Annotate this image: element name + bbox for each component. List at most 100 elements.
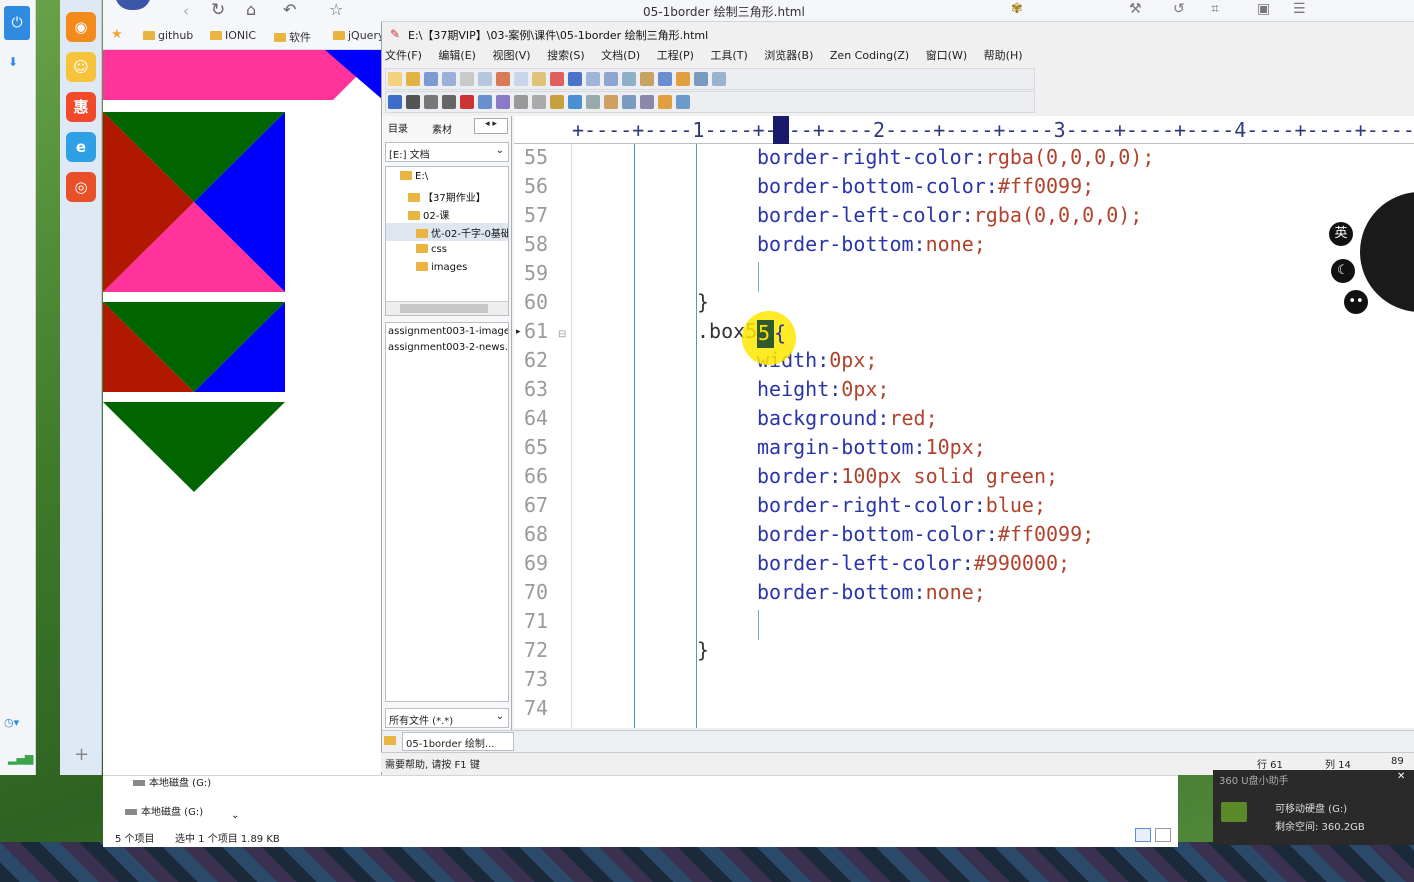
history-icon[interactable]: ↺ (1173, 1, 1185, 17)
undo-icon[interactable]: ↶ (283, 0, 296, 19)
tiles-view-icon[interactable] (1155, 828, 1171, 842)
file-filter-select[interactable]: 所有文件 (*.*) ⌄ (385, 708, 509, 728)
tab-assets[interactable]: 素材 (432, 121, 452, 136)
nbsp-icon[interactable] (496, 95, 510, 109)
menu-document[interactable]: 文档(D) (601, 49, 640, 62)
details-view-icon[interactable] (1135, 828, 1151, 842)
menu-browser[interactable]: 浏览器(B) (764, 49, 813, 62)
menu-edit[interactable]: 编辑(E) (438, 49, 476, 62)
code-line[interactable]: border-left-color:#990000; (757, 551, 1070, 575)
avatar-icon[interactable]: ☺ (66, 52, 96, 82)
check-icon[interactable] (676, 72, 690, 86)
menu-view[interactable]: 视图(V) (492, 49, 530, 62)
weibo-icon[interactable]: ◎ (66, 172, 96, 202)
format-icon[interactable] (640, 72, 654, 86)
code-line[interactable]: height:0px; (757, 377, 889, 401)
print-icon[interactable] (460, 72, 474, 86)
more-icon[interactable]: •• (1344, 290, 1368, 314)
code-line[interactable]: border-right-color:blue; (757, 493, 1046, 517)
find-icon[interactable] (604, 72, 618, 86)
tab-directory[interactable]: 目录 (388, 120, 408, 135)
code-line[interactable]: } (697, 290, 709, 314)
browser-preview-icon[interactable] (388, 95, 402, 109)
add-icon[interactable]: + (74, 744, 89, 765)
window-tile-icon[interactable] (694, 72, 708, 86)
italic-icon[interactable] (424, 95, 438, 109)
code-line[interactable]: border-right-color:rgba(0,0,0,0); (757, 145, 1154, 169)
menu-file[interactable]: 文件(F) (385, 49, 422, 62)
clock-icon[interactable]: ◷▾ (4, 716, 19, 729)
underline-icon[interactable] (442, 95, 456, 109)
style-icon[interactable] (676, 95, 690, 109)
menu-search[interactable]: 搜索(S) (547, 49, 585, 62)
chevron-down-icon[interactable]: ⌄ (231, 810, 239, 821)
menu-zen-coding[interactable]: Zen Coding(Z) (830, 49, 909, 62)
favorites-icon[interactable]: ★ (111, 27, 123, 42)
word-wrap-icon[interactable] (658, 72, 672, 86)
menu-icon[interactable]: ☰ (1293, 1, 1306, 17)
panel-scroll-arrows[interactable]: ◂ ▸ (474, 118, 508, 134)
tree-item[interactable]: E:\ (400, 171, 428, 182)
save-icon[interactable] (424, 72, 438, 86)
tree-item[interactable]: 【37期作业】 (408, 189, 486, 204)
code-line[interactable]: } (697, 638, 709, 662)
code-line[interactable]: border-bottom:none; (757, 232, 986, 256)
bold-icon[interactable] (406, 95, 420, 109)
wrench-icon[interactable]: ⚒ (1129, 1, 1142, 17)
star-icon[interactable]: ☆ (329, 0, 343, 19)
close-icon[interactable]: ✕ (1397, 771, 1405, 782)
br-icon[interactable] (514, 95, 528, 109)
code-line[interactable]: border-bottom-color:#ff0099; (757, 174, 1094, 198)
bookmark-software[interactable]: 软件 (274, 29, 311, 45)
open-icon[interactable] (406, 72, 420, 86)
screen-icon[interactable]: ▣ (1257, 1, 1270, 17)
comment-icon[interactable] (604, 95, 618, 109)
scrollbar-thumb[interactable] (400, 304, 488, 313)
anchor-icon[interactable] (568, 95, 582, 109)
preview-icon[interactable] (478, 72, 492, 86)
cut-tool-icon[interactable] (496, 72, 510, 86)
file-item[interactable]: assignment003-1-image (388, 326, 508, 337)
div-icon[interactable] (622, 95, 636, 109)
language-button[interactable]: 英 (1329, 222, 1353, 246)
download-icon[interactable]: ⬇ (8, 55, 18, 69)
font-color-icon[interactable] (460, 95, 474, 109)
file-item[interactable]: assignment003-2-news. (388, 342, 508, 353)
copy-icon[interactable] (514, 72, 528, 86)
menu-project[interactable]: 工程(P) (657, 49, 694, 62)
drive-select[interactable]: [E:] 文档 ⌄ (385, 142, 509, 162)
menu-help[interactable]: 帮助(H) (984, 49, 1023, 62)
tree-item[interactable]: css (416, 244, 447, 255)
tree-item[interactable]: images (416, 262, 467, 273)
hr-icon[interactable] (586, 95, 600, 109)
rss-icon[interactable]: ◉ (66, 12, 96, 42)
bookmark-jquery[interactable]: jQuery (333, 29, 383, 42)
new-file-icon[interactable] (388, 72, 402, 86)
bee-icon[interactable]: ✾ (1011, 1, 1023, 17)
ie-icon[interactable]: e (66, 132, 96, 162)
redo-icon[interactable] (586, 72, 600, 86)
code-line[interactable]: border-bottom:none; (757, 580, 986, 604)
code-line[interactable]: background:red; (757, 406, 938, 430)
undo-tool-icon[interactable] (568, 72, 582, 86)
code-line[interactable]: border-left-color:rgba(0,0,0,0); (757, 203, 1142, 227)
tree-item[interactable]: 02-课 (408, 207, 449, 222)
fold-icon[interactable]: ⊟ (558, 329, 566, 340)
code-line[interactable]: border-bottom-color:#ff0099; (757, 522, 1094, 546)
drive-item[interactable]: 本地磁盘 (G:) (133, 774, 211, 789)
script-icon[interactable] (658, 95, 672, 109)
help-tool-icon[interactable] (712, 72, 726, 86)
bookmark-ionic[interactable]: IONIC (210, 29, 256, 42)
code-line[interactable]: margin-bottom:10px; (757, 435, 986, 459)
span-icon[interactable] (640, 95, 654, 109)
delete-icon[interactable] (550, 72, 564, 86)
power-icon[interactable]: ⏻ (4, 6, 30, 40)
moon-icon[interactable]: ☾ (1331, 259, 1355, 283)
menu-tools[interactable]: 工具(T) (710, 49, 747, 62)
replace-icon[interactable] (622, 72, 636, 86)
home-icon[interactable]: ⌂ (246, 0, 256, 19)
horizontal-scrollbar[interactable] (386, 301, 508, 315)
bookmark-github[interactable]: github (143, 29, 193, 42)
save-all-icon[interactable] (442, 72, 456, 86)
image-icon[interactable] (550, 95, 564, 109)
